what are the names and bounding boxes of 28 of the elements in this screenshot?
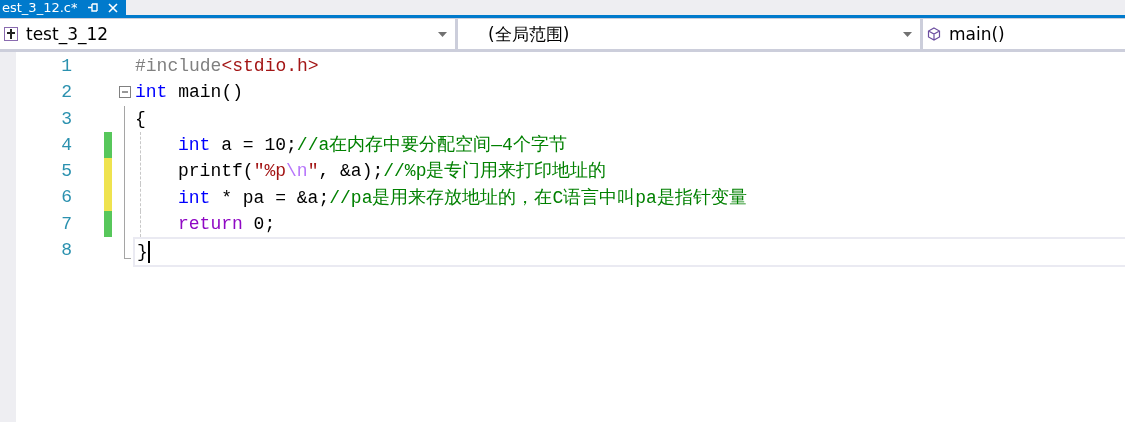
pin-icon[interactable] xyxy=(87,2,99,13)
code-line: printf("%p\n", &a);//%p是专门用来打印地址的 xyxy=(178,160,607,184)
line-number: 6 xyxy=(60,186,72,210)
code-line: #include<stdio.h> xyxy=(135,55,319,79)
collapse-icon[interactable] xyxy=(119,86,131,99)
code-line: } xyxy=(137,241,148,265)
project-icon xyxy=(4,27,18,41)
line-number: 2 xyxy=(60,81,72,105)
member-dropdown[interactable]: main() xyxy=(923,19,1125,49)
file-tab[interactable]: est_3_12.c* xyxy=(0,0,127,15)
cube-icon xyxy=(927,27,941,41)
line-number: 1 xyxy=(60,55,72,78)
line-number: 7 xyxy=(60,212,72,236)
close-icon[interactable] xyxy=(108,2,119,13)
line-number: 4 xyxy=(60,133,72,157)
scope-dropdown[interactable]: (全局范围) xyxy=(458,19,920,49)
line-number: 8 xyxy=(60,239,72,263)
code-line: { xyxy=(135,107,146,131)
code-line: int * pa = &a;//pa是用来存放地址的，在C语言中叫pa是指针变量 xyxy=(178,186,747,210)
line-number: 3 xyxy=(60,107,72,131)
code-line: return 0; xyxy=(178,212,276,236)
line-number: 5 xyxy=(60,160,72,184)
dropdown-arrow-icon[interactable] xyxy=(903,31,912,37)
code-line: int main() xyxy=(135,81,244,105)
text-cursor xyxy=(147,241,150,264)
dropdown-arrow-icon[interactable] xyxy=(438,31,447,37)
code-line: int a = 10;//a在内存中要分配空间—4个字节 xyxy=(178,134,567,158)
project-dropdown[interactable]: test_3_12 xyxy=(0,19,455,49)
